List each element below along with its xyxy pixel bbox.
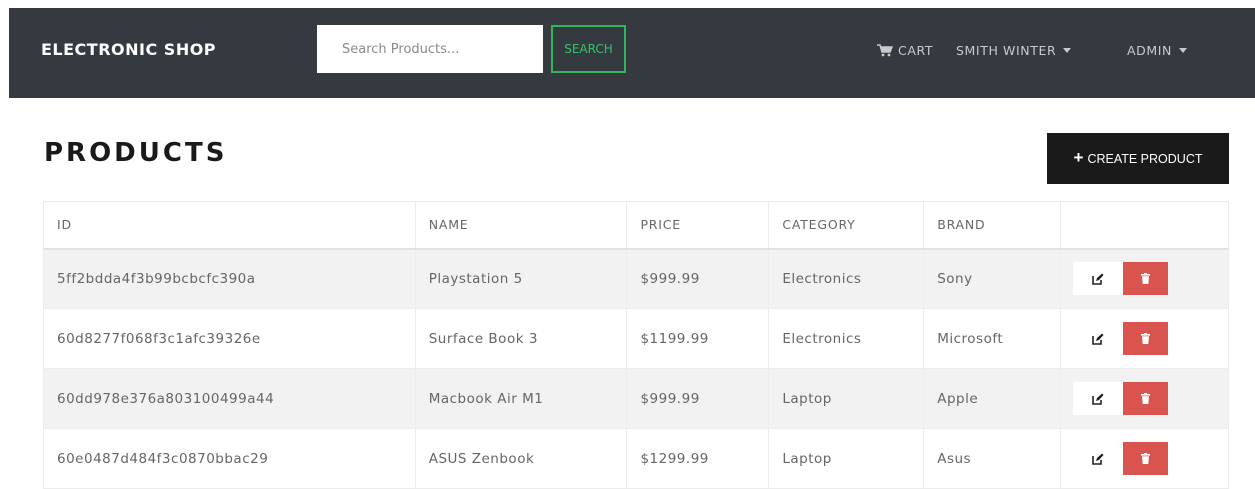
cell-id: 60e0487d484f3c0870bbac29 (43, 428, 416, 489)
column-header-actions (1060, 201, 1229, 250)
trash-icon (1141, 393, 1151, 404)
table-header-row: ID NAME PRICE CATEGORY BRAND (43, 201, 1229, 250)
cell-brand: Asus (923, 428, 1062, 489)
edit-button[interactable] (1073, 262, 1124, 296)
cell-brand: Apple (923, 368, 1062, 429)
cell-category: Laptop (768, 428, 925, 489)
cell-category: Laptop (768, 368, 925, 429)
cell-price: $1199.99 (626, 308, 770, 369)
cell-price: $999.99 (626, 248, 770, 309)
cell-brand: Sony (923, 248, 1062, 309)
edit-icon (1092, 273, 1104, 285)
brand-logo[interactable]: ELECTRONIC SHOP (41, 8, 216, 98)
delete-button[interactable] (1123, 442, 1169, 475)
cell-id: 5ff2bdda4f3b99bcbcfc390a (43, 248, 416, 309)
cell-actions (1060, 308, 1229, 369)
cell-price: $999.99 (626, 368, 770, 429)
cell-name: Macbook Air M1 (414, 368, 628, 429)
admin-menu-label: ADMIN (1127, 42, 1172, 58)
user-menu[interactable]: SMITH WINTER (956, 8, 1072, 92)
cart-link[interactable]: CART (877, 8, 933, 92)
cell-brand: Microsoft (923, 308, 1062, 369)
cell-id: 60dd978e376a803100499a44 (43, 368, 416, 429)
column-header-price: PRICE (626, 201, 770, 250)
products-table: ID NAME PRICE CATEGORY BRAND 5ff2bdda4f3… (43, 201, 1229, 489)
cell-id: 60d8277f068f3c1afc39326e (43, 308, 416, 369)
edit-icon (1092, 333, 1104, 345)
delete-button[interactable] (1123, 322, 1169, 355)
cell-price: $1299.99 (626, 428, 770, 489)
search-input[interactable] (317, 25, 543, 73)
column-header-id: ID (43, 201, 416, 250)
column-header-brand: BRAND (923, 201, 1062, 250)
create-product-button[interactable]: + CREATE PRODUCT (1047, 133, 1229, 184)
navbar: ELECTRONIC SHOP SEARCH CART SMITH WINTER… (9, 8, 1255, 98)
cell-category: Electronics (768, 248, 925, 309)
cell-name: ASUS Zenbook (414, 428, 628, 489)
caret-down-icon (1063, 48, 1072, 53)
trash-icon (1141, 273, 1151, 285)
plus-icon: + (1073, 148, 1084, 167)
cart-label: CART (898, 42, 934, 58)
cart-icon (877, 43, 893, 56)
edit-icon (1092, 453, 1104, 465)
trash-icon (1141, 453, 1151, 464)
cell-actions (1060, 428, 1229, 489)
cell-name: Surface Book 3 (414, 308, 628, 369)
table-row: 5ff2bdda4f3b99bcbcfc390a Playstation 5 $… (43, 248, 1229, 309)
table-row: 60d8277f068f3c1afc39326e Surface Book 3 … (43, 308, 1229, 369)
column-header-name: NAME (414, 201, 628, 250)
column-header-category: CATEGORY (768, 201, 925, 250)
cell-category: Electronics (768, 308, 925, 369)
admin-menu[interactable]: ADMIN (1127, 8, 1187, 92)
cell-actions (1060, 248, 1229, 309)
table-row: 60e0487d484f3c0870bbac29 ASUS Zenbook $1… (43, 428, 1229, 489)
edit-icon (1092, 393, 1104, 405)
trash-icon (1141, 333, 1151, 344)
delete-button[interactable] (1123, 262, 1169, 296)
page-title: PRODUCTS (44, 138, 228, 168)
create-product-label: CREATE PRODUCT (1087, 151, 1203, 166)
table-row: 60dd978e376a803100499a44 Macbook Air M1 … (43, 368, 1229, 429)
edit-button[interactable] (1073, 322, 1124, 355)
edit-button[interactable] (1073, 442, 1124, 475)
search-button[interactable]: SEARCH (551, 25, 626, 73)
edit-button[interactable] (1073, 382, 1124, 415)
caret-down-icon (1179, 48, 1187, 53)
cell-name: Playstation 5 (414, 248, 628, 309)
delete-button[interactable] (1123, 382, 1169, 415)
cell-actions (1060, 368, 1229, 429)
user-menu-label: SMITH WINTER (956, 42, 1057, 58)
